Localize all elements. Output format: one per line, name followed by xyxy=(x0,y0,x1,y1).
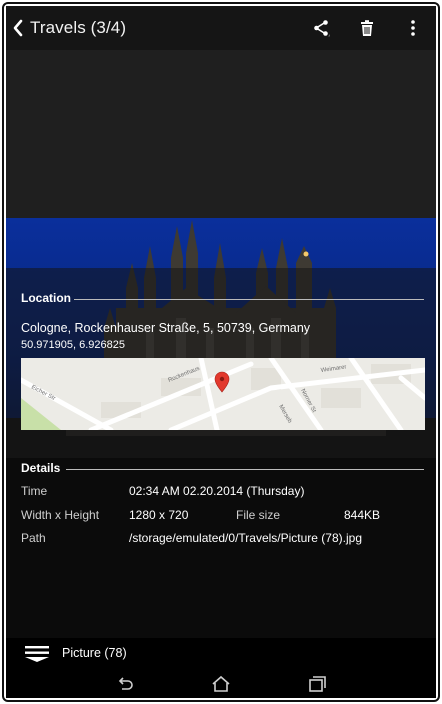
system-nav-bar xyxy=(6,670,436,698)
back-button[interactable]: Travels (3/4) xyxy=(6,6,126,50)
back-icon xyxy=(118,677,133,690)
hamburger-menu-icon[interactable] xyxy=(24,643,50,663)
dimensions-value: 1280 x 720 xyxy=(129,508,189,522)
overflow-menu-icon xyxy=(411,20,415,36)
time-value: 02:34 AM 02.20.2014 (Thursday) xyxy=(129,484,305,498)
device-screen: Travels (3/4) Location Cologne, Rockenha… xyxy=(6,6,436,698)
file-size-value: 844KB xyxy=(344,508,381,522)
page-title: Travels (3/4) xyxy=(30,18,127,37)
map-image: Eicher Str Rockenhaus Weimarer Merseb No… xyxy=(21,358,425,430)
location-address: Cologne, Rockenhauser Straße, 5, 50739, … xyxy=(21,321,311,335)
home-icon xyxy=(212,675,230,692)
trash-icon xyxy=(361,20,373,36)
photo-top-area xyxy=(6,50,436,218)
dimensions-label: Width x Height xyxy=(21,508,100,522)
nav-recents-button[interactable] xyxy=(269,670,365,698)
time-label: Time xyxy=(21,484,48,498)
nav-back-button[interactable] xyxy=(77,670,173,698)
nav-home-button[interactable] xyxy=(173,670,269,698)
details-heading: Details xyxy=(21,461,61,475)
location-heading: Location xyxy=(21,291,71,305)
chevron-left-icon xyxy=(13,19,23,37)
location-coordinates: 50.971905, 6.926825 xyxy=(21,339,125,351)
file-name: Picture (78) xyxy=(62,646,127,660)
location-map[interactable]: Eicher Str Rockenhaus Weimarer Merseb No… xyxy=(21,358,425,430)
delete-button[interactable] xyxy=(344,6,390,50)
path-label: Path xyxy=(21,531,46,545)
location-divider xyxy=(74,299,424,300)
action-bar: Travels (3/4) xyxy=(6,6,436,50)
path-value: /storage/emulated/0/Travels/Picture (78)… xyxy=(129,531,362,545)
details-divider xyxy=(66,469,424,470)
overflow-menu-button[interactable] xyxy=(390,6,436,50)
action-icons xyxy=(298,6,436,50)
recents-icon xyxy=(309,676,326,692)
share-icon xyxy=(314,20,330,37)
file-bar: Picture (78) xyxy=(6,636,436,670)
share-button[interactable] xyxy=(298,6,344,50)
file-size-label: File size xyxy=(236,508,281,522)
